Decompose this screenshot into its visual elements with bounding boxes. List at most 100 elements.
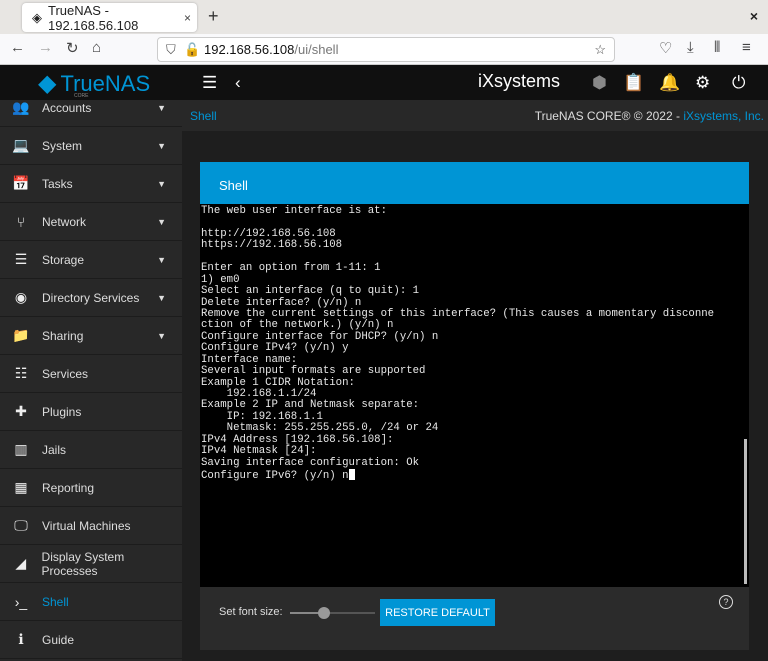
- window-close-button[interactable]: ×: [750, 8, 758, 24]
- help-icon[interactable]: ?: [719, 595, 733, 609]
- sidebar-item-display-system-processes[interactable]: ◢ Display System Processes: [0, 545, 182, 583]
- terminal[interactable]: The web user interface is at: http://192.…: [200, 204, 749, 587]
- bookmark-star-icon[interactable]: ☆: [594, 42, 606, 58]
- hamburger-menu-icon[interactable]: ☰: [202, 73, 217, 93]
- sidebar-item-label: Reporting: [42, 480, 95, 495]
- sidebar-item-label: Jails: [42, 442, 67, 457]
- sidebar-item-label: Storage: [42, 252, 85, 267]
- chevron-down-icon[interactable]: ▼: [157, 103, 166, 113]
- page-title: Shell: [190, 109, 217, 123]
- chart-icon: ▦: [14, 479, 28, 495]
- directory-icon: ◉: [14, 289, 28, 305]
- tab-close-icon[interactable]: ×: [184, 11, 191, 25]
- chevron-down-icon[interactable]: ▼: [157, 141, 166, 151]
- sidebar-item-system[interactable]: 💻 System ▼: [0, 127, 182, 165]
- sidebar-item-tasks[interactable]: 📅 Tasks ▼: [0, 165, 182, 203]
- gear-icon[interactable]: ⚙: [695, 73, 710, 93]
- reload-button[interactable]: ↻: [66, 39, 79, 57]
- monitor-icon: 🖵: [14, 517, 28, 533]
- sidebar-item-jails[interactable]: ▥ Jails: [0, 431, 182, 469]
- logo-sub: CORE: [74, 93, 89, 99]
- chevron-down-icon[interactable]: ▼: [157, 293, 166, 303]
- shield-icon: ⛉: [166, 41, 176, 57]
- breadcrumb: Shell TrueNAS CORE® © 2022 - iXsystems, …: [182, 100, 768, 131]
- sidebar-item-virtual-machines[interactable]: 🖵 Virtual Machines: [0, 507, 182, 545]
- power-icon[interactable]: ⏻: [732, 73, 745, 93]
- shell-footer: Set font size: RESTORE DEFAULT ?: [200, 587, 749, 650]
- browser-tab[interactable]: ◈ TrueNAS - 192.168.56.108 ×: [22, 2, 197, 33]
- new-tab-button[interactable]: +: [208, 6, 219, 27]
- info-icon: ℹ: [18, 631, 24, 647]
- sidebar-item-accounts[interactable]: 👥 Accounts ▼: [0, 100, 182, 127]
- clipboard-tasks-icon[interactable]: 📋: [623, 73, 644, 93]
- terminal-line: The web user interface is at:: [201, 205, 387, 217]
- sidebar-item-sharing[interactable]: 📁 Sharing ▼: [0, 317, 182, 355]
- company-link[interactable]: iXsystems, Inc.: [683, 109, 764, 123]
- sidebar-item-label: Network: [42, 214, 87, 229]
- downloads-icon[interactable]: ⤓: [687, 39, 694, 56]
- forward-button[interactable]: →: [38, 39, 53, 56]
- pocket-icon[interactable]: ♡: [659, 39, 672, 57]
- sidebar-item-label: Plugins: [42, 404, 82, 419]
- terminal-line: IPv4 Netmask [24]:: [201, 445, 317, 458]
- sidebar-item-directory-services[interactable]: ◉ Directory Services ▼: [0, 279, 182, 317]
- chevron-down-icon[interactable]: ▼: [157, 331, 166, 341]
- terminal-line: Several input formats are supported: [201, 365, 426, 378]
- terminal-line: Saving interface configuration: Ok: [201, 456, 420, 469]
- terminal-line: Configure IPv6? (y/n) n: [201, 469, 749, 482]
- shell-card: Shell The web user interface is at: http:…: [200, 162, 749, 650]
- url-bar[interactable]: ⛉ 🔓 192.168.56.108/ui/shell ☆: [157, 37, 615, 62]
- copyright: TrueNAS CORE® © 2022 - iXsystems, Inc.: [535, 109, 764, 123]
- chevron-down-icon[interactable]: ▼: [157, 179, 166, 189]
- url-host: 192.168.56.108: [204, 42, 295, 57]
- home-button[interactable]: ⌂: [92, 39, 101, 56]
- truecommand-icon[interactable]: ⬢: [592, 73, 607, 93]
- sidebar-item-storage[interactable]: ☰ Storage ▼: [0, 241, 182, 279]
- library-icon[interactable]: ⫴: [714, 39, 720, 56]
- bell-icon[interactable]: 🔔: [659, 73, 680, 93]
- puzzle-icon: ✚: [15, 403, 27, 419]
- sidebar-item-services[interactable]: ☷ Services: [0, 355, 182, 393]
- copyright-text: TrueNAS CORE® © 2022 -: [534, 109, 684, 123]
- terminal-cursor: [348, 469, 355, 481]
- folder-shared-icon: 📁: [12, 327, 30, 343]
- terminal-line: Enter an option from 1-11: 1: [201, 262, 381, 275]
- people-icon: 👥: [12, 100, 30, 115]
- sidebar-item-reporting[interactable]: ▦ Reporting: [0, 469, 182, 507]
- back-button[interactable]: ←: [10, 39, 25, 56]
- terminal-line: Select an interface (q to quit): 1: [201, 285, 420, 298]
- browser-tabbar: ◈ TrueNAS - 192.168.56.108 × + ×: [0, 0, 768, 34]
- slider-knob[interactable]: [318, 607, 330, 619]
- storage-icon: ☰: [14, 251, 28, 267]
- sidebar-item-network[interactable]: ⑂ Network ▼: [0, 203, 182, 241]
- sidebar-item-label: Guide: [42, 632, 75, 647]
- sidebar-item-shell[interactable]: ›_ Shell: [0, 583, 182, 621]
- sidebar-item-label: Services: [42, 366, 89, 381]
- sidebar-item-label: System: [42, 138, 83, 153]
- ixsystems-logo[interactable]: iXsystems: [478, 71, 560, 92]
- sidebar-item-plugins[interactable]: ✚ Plugins: [0, 393, 182, 431]
- chevron-down-icon[interactable]: ▼: [157, 217, 166, 227]
- url-path: /ui/shell: [294, 42, 339, 57]
- collapse-chevron-icon[interactable]: ‹: [235, 73, 241, 93]
- tab-title: TrueNAS - 192.168.56.108: [48, 2, 139, 33]
- terminal-scrollbar[interactable]: [744, 439, 747, 584]
- terminal-icon: ›_: [14, 593, 28, 610]
- jail-icon: ▥: [14, 441, 28, 457]
- calendar-icon: 📅: [12, 175, 30, 191]
- sidebar-item-label: Virtual Machines: [42, 518, 131, 533]
- restore-default-button[interactable]: RESTORE DEFAULT: [380, 599, 495, 626]
- font-size-label: Set font size:: [219, 606, 283, 618]
- sidebar: 👥 Accounts ▼ 💻 System ▼ 📅 Tasks ▼ ⑂ Network ▼ ☰ Stora…: [0, 100, 182, 661]
- chevron-down-icon[interactable]: ▼: [157, 255, 166, 265]
- network-icon: ⑂: [16, 213, 26, 230]
- sidebar-item-guide[interactable]: ℹ Guide: [0, 621, 182, 659]
- sidebar-item-label: Display System Processes: [41, 549, 125, 578]
- truenas-logo[interactable]: ◆ TrueNAS CORE: [38, 69, 150, 99]
- laptop-icon: 💻: [12, 137, 30, 153]
- tune-icon: ☷: [14, 365, 28, 381]
- menu-icon[interactable]: ≡: [742, 39, 751, 56]
- font-size-slider[interactable]: [290, 607, 375, 619]
- browser-navbar: ← → ↻ ⌂ ⛉ 🔓 192.168.56.108/ui/shell ☆ ♡ …: [0, 34, 768, 65]
- processes-icon: ◢: [15, 555, 27, 571]
